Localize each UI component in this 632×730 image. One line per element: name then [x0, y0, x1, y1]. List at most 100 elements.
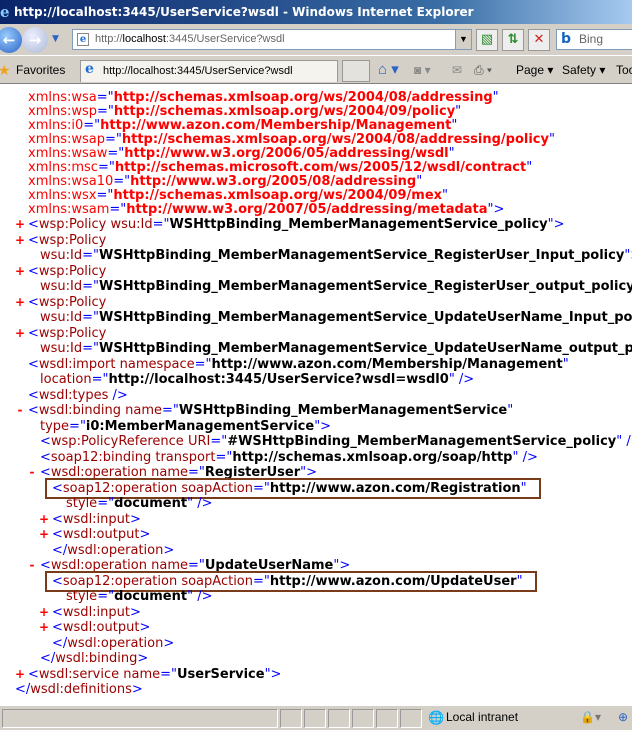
expand-toggle[interactable]: +	[39, 620, 49, 635]
forward-button[interactable]: →	[22, 27, 48, 53]
xml-tag-name: wsdl:binding	[38, 403, 122, 418]
xml-punctuation: ="	[69, 418, 86, 434]
xml-bracket: <	[28, 294, 39, 310]
expand-toggle[interactable]: +	[39, 527, 49, 542]
xml-punctuation: "	[448, 146, 455, 161]
xml-line: + <wsp:Policy wsu:Id="WSHttpBinding_Membe…	[15, 217, 565, 232]
feeds-icon[interactable]: ◙ ▾	[414, 56, 431, 84]
xml-ns-value: http://www.w3.org/2006/05/addressing/wsd…	[124, 146, 449, 161]
read-mail-icon[interactable]: ✉	[452, 56, 462, 84]
xml-tag-name: wsdl:operation	[67, 542, 164, 558]
back-button[interactable]: ←	[0, 27, 22, 53]
xml-line: + <wsp:Policy	[15, 326, 106, 341]
xml-punctuation: ="	[96, 188, 114, 203]
xml-punctuation: ">	[487, 202, 505, 217]
xml-tag-name: wsdl:import	[38, 356, 116, 372]
url-host: localhost	[122, 33, 166, 45]
title-bar: e http://localhost:3445/UserService?wsdl …	[0, 0, 632, 24]
xml-line: location="http://localhost:3445/UserServ…	[40, 372, 474, 387]
browser-tab[interactable]: e http://localhost:3445/UserService?wsdl	[80, 60, 338, 82]
xml-tag-name: wsp:PolicyReference	[50, 434, 184, 449]
xml-attr-value: http://schemas.xmlsoap.org/soap/http	[232, 449, 513, 465]
search-placeholder: Bing	[579, 32, 604, 46]
xml-bracket: </	[52, 635, 68, 651]
xml-attr-value: WSHttpBinding_MemberManagementService_Re…	[99, 248, 625, 263]
xml-attr-value: WSHttpBinding_MemberManagementService_Up…	[99, 310, 632, 325]
xml-bracket: >	[137, 651, 149, 666]
xml-punctuation: ="	[160, 666, 177, 682]
xml-bracket: <	[28, 232, 39, 248]
search-input[interactable]: b Bing	[556, 29, 632, 50]
ie-tab-icon: e	[85, 61, 94, 77]
address-bar: ← → ▼ e http://localhost:3445/UserService…	[0, 24, 632, 56]
xml-punctuation: ">	[547, 217, 565, 232]
collapse-toggle[interactable]: -	[27, 558, 37, 573]
xml-attr-value: WSHttpBinding_MemberManagementService_po…	[169, 217, 548, 232]
page-menu[interactable]: Page ▾	[516, 56, 553, 84]
xml-attr-name: location	[40, 372, 92, 387]
xml-ns-name: xmlns:wsaw	[28, 146, 108, 161]
xml-line: style="document" />	[66, 589, 212, 604]
xml-line: <soap12:operation soapAction="http://www…	[45, 477, 541, 499]
xml-line: </wsdl:operation>	[52, 636, 174, 651]
xml-punctuation: " />	[187, 496, 213, 511]
xml-bracket: >	[163, 542, 175, 558]
xml-bracket: </	[15, 682, 31, 697]
xml-tag-name: soap12:operation	[62, 480, 178, 496]
url-input[interactable]: e http://localhost:3445/UserService?wsdl ▼	[72, 29, 472, 50]
xml-ns-value: http://www.azon.com/Membership/Managemen…	[100, 118, 452, 133]
xml-line: style="document" />	[66, 496, 212, 511]
xml-attr-name: transport	[151, 449, 216, 465]
xml-line: xmlns:msc="http://schemas.microsoft.com/…	[28, 160, 532, 175]
print-icon[interactable]: ⎙ ▾	[474, 56, 492, 84]
xml-attr-value: WSHttpBinding_MemberManagementService_Up…	[99, 341, 632, 356]
home-icon[interactable]: ⌂ ▾	[378, 56, 399, 84]
expand-toggle[interactable]: +	[15, 217, 25, 232]
xml-punctuation: "	[520, 480, 527, 496]
xml-line: xmlns:i0="http://www.azon.com/Membership…	[28, 118, 457, 133]
xml-tag-name: wsdl:types	[38, 387, 109, 403]
xml-punctuation: ="	[253, 480, 270, 496]
expand-toggle[interactable]: +	[15, 233, 25, 248]
xml-attr-name: wsu:Id	[40, 310, 83, 325]
xml-punctuation: "	[562, 356, 569, 372]
xml-punctuation: ="	[97, 589, 115, 604]
xml-tag-name: wsdl:input	[62, 604, 130, 620]
xml-bracket: <	[28, 263, 39, 279]
expand-toggle[interactable]: +	[15, 295, 25, 310]
zoom-icon[interactable]: ⊕	[618, 706, 628, 729]
recent-pages-dropdown-icon[interactable]: ▼	[52, 34, 59, 44]
expand-toggle[interactable]: +	[39, 605, 49, 620]
favorites-button[interactable]: ★ Favorites	[0, 56, 65, 84]
xml-punctuation: ="	[162, 403, 179, 418]
xml-line: <soap12:operation soapAction="http://www…	[45, 570, 537, 592]
xml-punctuation: ">	[314, 418, 332, 434]
stop-icon[interactable]: ✕	[528, 29, 550, 51]
collapse-toggle[interactable]: -	[27, 465, 37, 480]
collapse-toggle[interactable]: -	[15, 403, 25, 418]
xml-punctuation: " />	[616, 434, 632, 449]
expand-toggle[interactable]: +	[15, 326, 25, 341]
xml-attr-value: document	[114, 496, 188, 511]
xml-attr-name: style	[66, 589, 98, 604]
xml-tag-name: soap12:operation	[62, 573, 178, 589]
security-zone[interactable]: 🌐 Local intranet	[428, 706, 518, 729]
xml-attr-name: wsu:Id	[40, 341, 83, 356]
xml-bracket: <	[52, 511, 63, 527]
xml-bracket: >	[130, 604, 141, 620]
expand-toggle[interactable]: +	[15, 667, 25, 682]
expand-toggle[interactable]: +	[15, 264, 25, 279]
xml-document-view: xmlns:wsa="http://schemas.xmlsoap.org/ws…	[0, 84, 632, 705]
protected-mode-icon[interactable]: 🔒▾	[580, 706, 601, 729]
xml-ns-value: http://schemas.microsoft.com/ws/2005/12/…	[114, 160, 527, 175]
xml-punctuation: ="	[109, 202, 127, 217]
refresh-icon[interactable]: ⇅	[502, 29, 524, 51]
tools-menu[interactable]: Tools	[616, 56, 632, 84]
expand-toggle[interactable]: +	[39, 512, 49, 527]
compatibility-view-icon[interactable]: ▧	[476, 29, 498, 51]
xml-bracket: <	[28, 403, 39, 418]
xml-ns-name: xmlns:msc	[28, 160, 98, 175]
url-dropdown-icon[interactable]: ▼	[455, 30, 471, 49]
new-tab-button[interactable]	[342, 60, 370, 82]
safety-menu[interactable]: Safety ▾	[562, 56, 605, 84]
